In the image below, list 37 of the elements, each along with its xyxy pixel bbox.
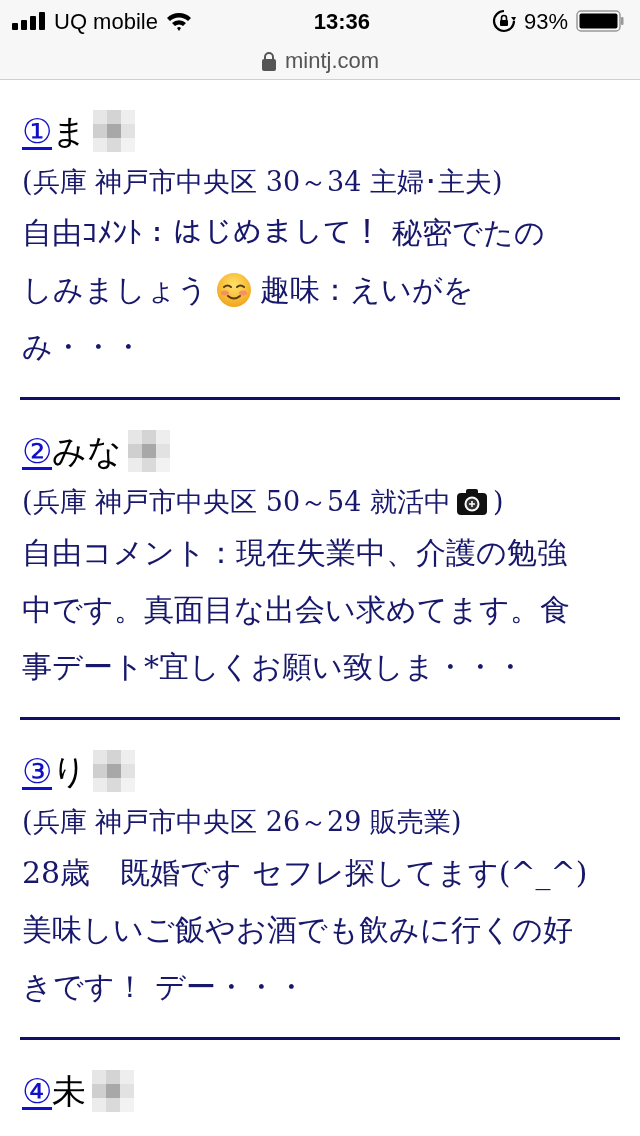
url-text[interactable]: mintj.com — [284, 44, 380, 77]
battery-icon — [576, 10, 624, 32]
battery-percentage: 93% — [523, 7, 568, 36]
profile-name: 未 — [52, 1070, 86, 1113]
camera-icon — [457, 489, 487, 515]
profile-text: (兵庫 神戸市中央区 26～29 販売業) — [22, 805, 462, 839]
comment-text: 美味しいご飯やお酒でも飲みに行くの好 — [22, 911, 573, 949]
rotation-lock-icon — [491, 9, 516, 33]
clock-time: 13:36 — [313, 7, 371, 36]
profile-name: ま — [52, 110, 87, 153]
mosaic-drawing — [93, 750, 135, 792]
comment-text: 自由コメント：現在失業中、介護の勉強 — [22, 534, 567, 572]
mosaic-drawing — [93, 110, 135, 152]
signal-icon — [12, 12, 46, 30]
comment-text: 自由ｺﾒﾝﾄ：はじめまして！ 秘密でたの — [22, 214, 545, 252]
comment-text: 28歳 既婚です セフレ探してます(^_^) — [22, 854, 588, 893]
entry-number-link[interactable]: ① — [22, 102, 52, 160]
entry-number-link[interactable]: ④ — [22, 1062, 52, 1120]
profile-name: みな — [52, 430, 122, 473]
comment-text: 事デート*宜しくお願い致しま・・・ — [22, 648, 525, 686]
wifi-icon — [165, 11, 192, 31]
comment-text: 中です。真面目な出会い求めてます。食 — [22, 591, 570, 629]
comment-text: 趣味：えいがを — [260, 271, 474, 309]
comment-text: きです！ デー・・・ — [22, 968, 306, 1006]
profile-text: ) — [493, 485, 504, 519]
mosaic-drawing — [92, 1070, 134, 1112]
comment-text: み・・・ — [22, 328, 143, 366]
entry-number-link[interactable]: ③ — [22, 742, 52, 800]
entry-number-link[interactable]: ② — [22, 422, 52, 480]
carrier-name: UQ mobile — [54, 7, 158, 36]
smiling-face-icon — [216, 271, 252, 308]
mosaic-drawing — [128, 430, 170, 472]
profile-text: (兵庫 神戸市中央区 50～54 就活中 — [22, 485, 451, 519]
lock-icon — [260, 50, 277, 71]
profile-name: り — [52, 750, 87, 793]
comment-text: しみましょう — [22, 271, 208, 309]
profile-text: (兵庫 神戸市中央区 30～34 主婦･主夫) — [22, 165, 503, 199]
